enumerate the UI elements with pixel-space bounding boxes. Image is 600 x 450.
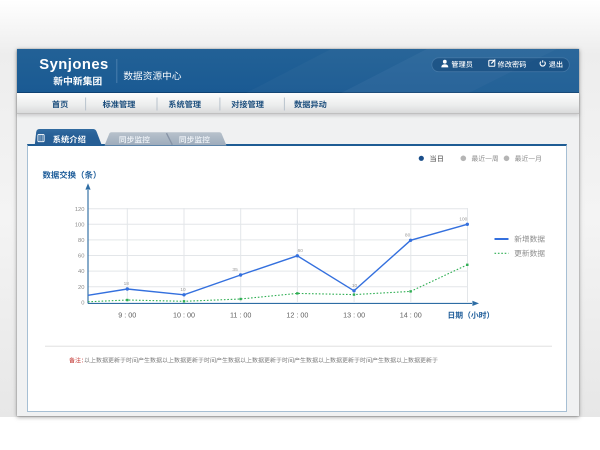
svg-text:18: 18: [124, 281, 130, 287]
svg-text:120: 120: [75, 207, 85, 213]
svg-text:12 : 00: 12 : 00: [286, 311, 308, 320]
svg-text:35: 35: [232, 267, 238, 273]
svg-text:10: 10: [180, 287, 186, 293]
svg-text:80: 80: [78, 238, 84, 244]
svg-text:9 : 00: 9 : 00: [118, 311, 136, 320]
svg-text:40: 40: [78, 269, 84, 275]
svg-text:10: 10: [352, 283, 358, 289]
svg-text:14 : 00: 14 : 00: [400, 311, 422, 320]
svg-text:11 : 00: 11 : 00: [230, 311, 251, 320]
svg-text:60: 60: [78, 254, 84, 260]
svg-text:80: 80: [405, 233, 411, 239]
svg-text:13 : 00: 13 : 00: [343, 311, 365, 320]
svg-text:100: 100: [75, 222, 85, 228]
svg-text:20: 20: [78, 285, 84, 291]
svg-text:10 : 00: 10 : 00: [173, 311, 195, 320]
svg-text:60: 60: [298, 248, 304, 254]
svg-text:100: 100: [459, 217, 467, 223]
svg-text:Synjones: Synjones: [39, 57, 108, 73]
svg-text:0: 0: [81, 300, 84, 306]
